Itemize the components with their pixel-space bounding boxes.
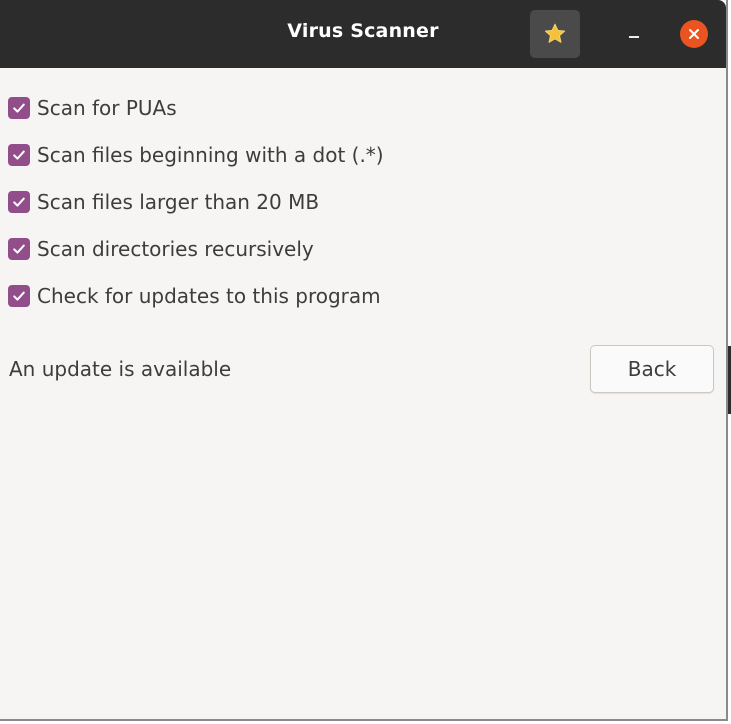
check-updates-label: Check for updates to this program (37, 284, 381, 308)
scan-recursively-checkbox[interactable] (8, 238, 30, 260)
checkmark-icon (13, 244, 25, 254)
checkmark-icon (13, 197, 25, 207)
close-icon (689, 29, 699, 39)
minimize-button[interactable] (615, 17, 653, 51)
close-button[interactable] (680, 20, 708, 48)
scan-dot-files-label: Scan files beginning with a dot (.*) (37, 143, 384, 167)
scan-puas-label: Scan for PUAs (37, 96, 177, 120)
scan-puas-checkbox[interactable] (8, 97, 30, 119)
scan-large-files-label: Scan files larger than 20 MB (37, 190, 320, 214)
title-bar: Virus Scanner (0, 0, 726, 68)
favorite-button[interactable] (530, 10, 580, 58)
checkmark-icon (13, 103, 25, 113)
virus-scanner-window: Virus Scanner Scan for PUAs Scan files b… (0, 0, 728, 721)
minimize-icon (629, 36, 639, 38)
scan-large-files-checkbox[interactable] (8, 191, 30, 213)
star-icon (544, 23, 566, 43)
checkmark-icon (13, 150, 25, 160)
scan-dot-files-checkbox[interactable] (8, 144, 30, 166)
back-button[interactable]: Back (590, 345, 714, 393)
scan-recursively-label: Scan directories recursively (37, 237, 314, 261)
update-status-text: An update is available (9, 357, 232, 381)
checkmark-icon (13, 291, 25, 301)
check-updates-checkbox[interactable] (8, 285, 30, 307)
